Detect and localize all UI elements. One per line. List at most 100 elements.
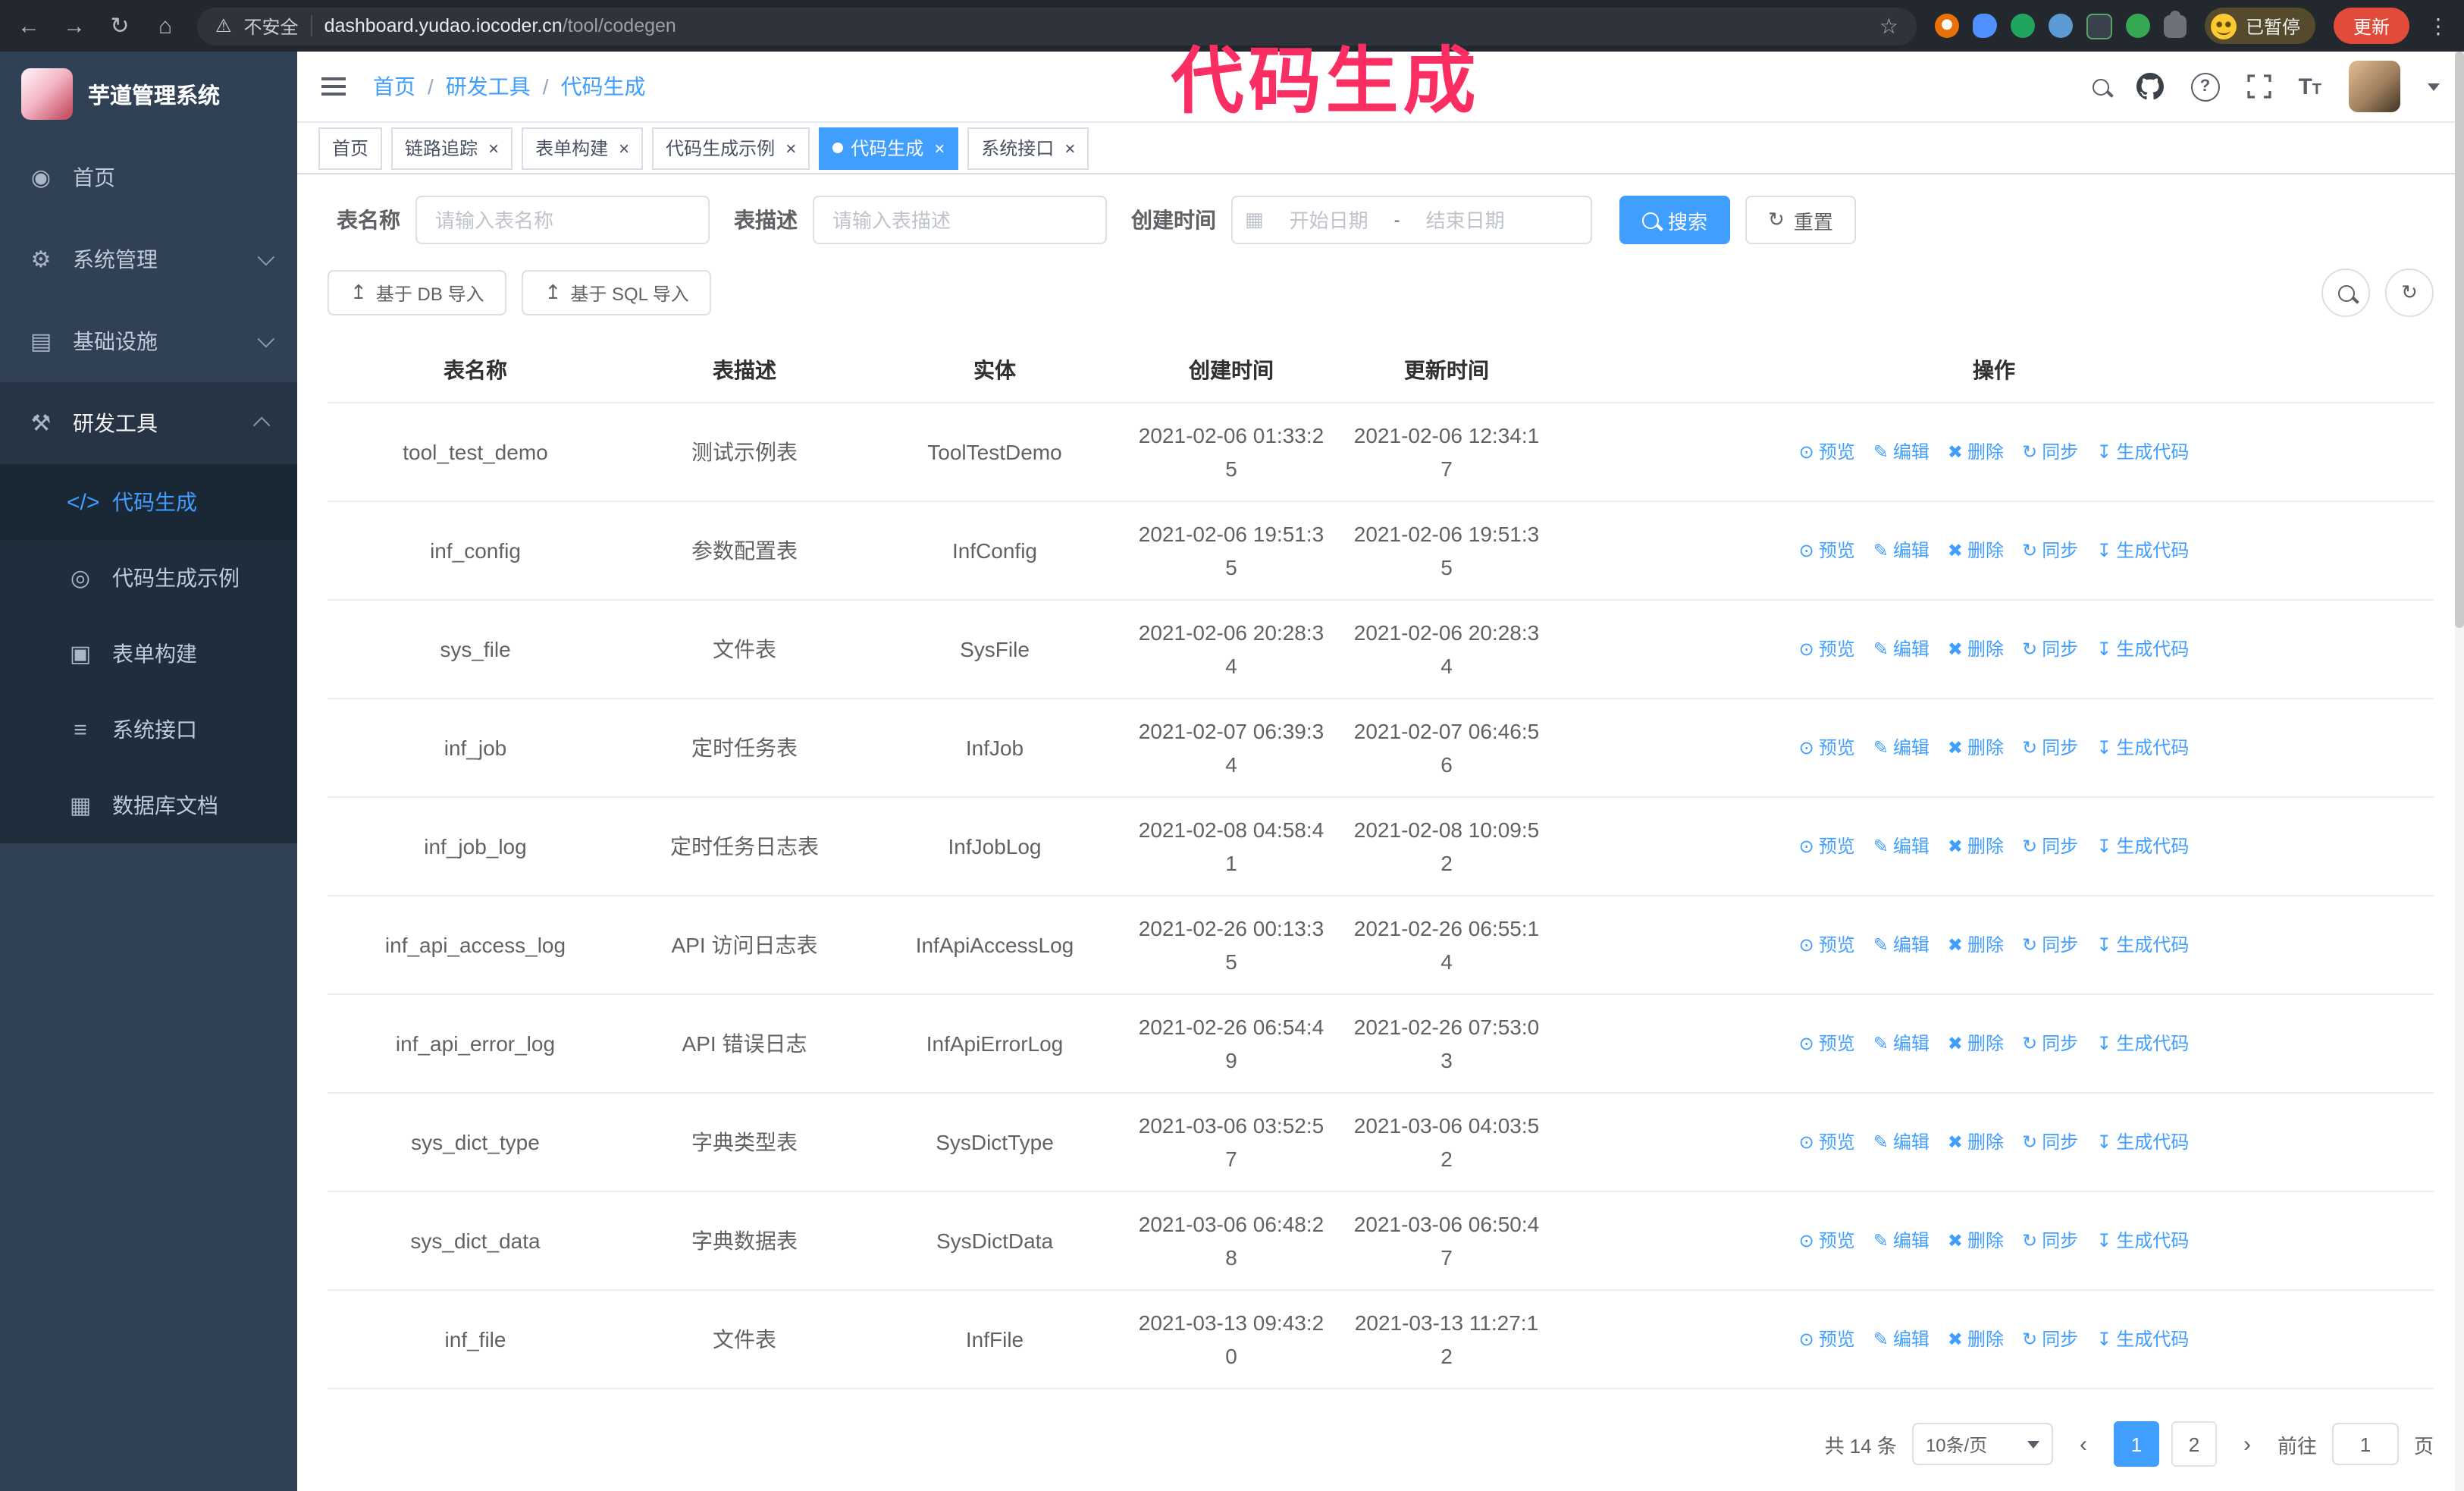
tab[interactable]: 代码生成 × bbox=[819, 127, 959, 169]
tab-close-icon[interactable]: × bbox=[785, 137, 796, 159]
preview-link[interactable]: ⊙ 预览 bbox=[1799, 1125, 1855, 1159]
tab[interactable]: 代码生成示例 × bbox=[652, 127, 810, 169]
edit-link[interactable]: ✎ 编辑 bbox=[1873, 1224, 1930, 1257]
security-label[interactable]: 不安全 bbox=[244, 13, 299, 39]
sidebar-subitem[interactable]: </> 代码生成 bbox=[0, 464, 297, 540]
generate-code-link[interactable]: ↧ 生成代码 bbox=[2096, 1125, 2189, 1159]
user-avatar[interactable] bbox=[2349, 61, 2400, 112]
delete-link[interactable]: ✖ 删除 bbox=[1948, 830, 2004, 863]
end-date-input[interactable] bbox=[1406, 207, 1525, 233]
puzzle-extensions-icon[interactable] bbox=[2163, 10, 2187, 37]
tab[interactable]: 首页 × bbox=[318, 127, 383, 169]
sidebar-item[interactable]: ⚙ 系统管理 bbox=[0, 218, 297, 300]
sync-link[interactable]: ↻ 同步 bbox=[2022, 731, 2078, 764]
sidebar-item[interactable]: ⚒ 研发工具 bbox=[0, 382, 297, 464]
fullscreen-icon[interactable] bbox=[2246, 74, 2271, 99]
delete-link[interactable]: ✖ 删除 bbox=[1948, 435, 2004, 469]
sync-link[interactable]: ↻ 同步 bbox=[2022, 435, 2078, 469]
sync-link[interactable]: ↻ 同步 bbox=[2022, 830, 2078, 863]
font-size-icon[interactable]: TT bbox=[2298, 74, 2321, 99]
edit-link[interactable]: ✎ 编辑 bbox=[1873, 435, 1930, 469]
delete-link[interactable]: ✖ 删除 bbox=[1948, 1224, 2004, 1257]
edit-link[interactable]: ✎ 编辑 bbox=[1873, 1125, 1930, 1159]
home-icon[interactable]: ⌂ bbox=[152, 13, 179, 39]
github-icon[interactable] bbox=[2136, 73, 2164, 100]
sync-link[interactable]: ↻ 同步 bbox=[2022, 1125, 2078, 1159]
delete-link[interactable]: ✖ 删除 bbox=[1948, 1125, 2004, 1159]
refresh-button[interactable]: ↻ bbox=[2385, 268, 2434, 317]
preview-link[interactable]: ⊙ 预览 bbox=[1799, 534, 1855, 567]
page-size-select[interactable]: 10条/页 bbox=[1911, 1423, 2053, 1465]
delete-link[interactable]: ✖ 删除 bbox=[1948, 928, 2004, 962]
preview-link[interactable]: ⊙ 预览 bbox=[1799, 1323, 1855, 1356]
url-host[interactable]: dashboard.yudao.iocoder.cn bbox=[324, 15, 563, 36]
sync-link[interactable]: ↻ 同步 bbox=[2022, 1323, 2078, 1356]
tab[interactable]: 系统接口 × bbox=[967, 127, 1089, 169]
delete-link[interactable]: ✖ 删除 bbox=[1948, 632, 2004, 666]
address-bar[interactable]: ⚠ 不安全 dashboard.yudao.iocoder.cn/tool/co… bbox=[197, 7, 1917, 45]
search-icon[interactable] bbox=[2092, 78, 2109, 95]
table-desc-input[interactable] bbox=[813, 196, 1107, 244]
import-db-button[interactable]: ↥ 基于 DB 导入 bbox=[328, 270, 507, 315]
import-sql-button[interactable]: ↥ 基于 SQL 导入 bbox=[522, 270, 712, 315]
breadcrumb-item[interactable]: 首页 bbox=[373, 71, 446, 102]
page-number-button[interactable]: 2 bbox=[2171, 1421, 2217, 1467]
scrollbar-thumb[interactable] bbox=[2455, 52, 2464, 628]
delete-link[interactable]: ✖ 删除 bbox=[1948, 731, 2004, 764]
help-icon[interactable]: ? bbox=[2190, 72, 2220, 101]
preview-link[interactable]: ⊙ 预览 bbox=[1799, 435, 1855, 469]
sidebar-subitem[interactable]: ◎ 代码生成示例 bbox=[0, 540, 297, 616]
table-name-input[interactable] bbox=[415, 196, 710, 244]
preview-link[interactable]: ⊙ 预览 bbox=[1799, 1224, 1855, 1257]
sidebar-subitem[interactable]: ▣ 表单构建 bbox=[0, 616, 297, 692]
preview-link[interactable]: ⊙ 预览 bbox=[1799, 928, 1855, 962]
next-page-button[interactable]: › bbox=[2232, 1431, 2262, 1457]
sidebar-item[interactable]: ▤ 基础设施 bbox=[0, 300, 297, 382]
avatar-caret-icon[interactable] bbox=[2428, 83, 2440, 90]
edit-link[interactable]: ✎ 编辑 bbox=[1873, 830, 1930, 863]
delete-link[interactable]: ✖ 删除 bbox=[1948, 534, 2004, 567]
preview-link[interactable]: ⊙ 预览 bbox=[1799, 731, 1855, 764]
sidebar-item[interactable]: ◉ 首页 bbox=[0, 137, 297, 218]
sync-link[interactable]: ↻ 同步 bbox=[2022, 1224, 2078, 1257]
breadcrumb-item[interactable]: 研发工具 bbox=[446, 71, 561, 102]
generate-code-link[interactable]: ↧ 生成代码 bbox=[2096, 1224, 2189, 1257]
goto-page-input[interactable] bbox=[2331, 1423, 2399, 1465]
generate-code-link[interactable]: ↧ 生成代码 bbox=[2096, 534, 2189, 567]
prev-page-button[interactable]: ‹ bbox=[2068, 1431, 2099, 1457]
reload-icon[interactable]: ↻ bbox=[106, 12, 133, 39]
browser-menu-icon[interactable]: ⋮ bbox=[2428, 13, 2449, 39]
sync-link[interactable]: ↻ 同步 bbox=[2022, 632, 2078, 666]
sidebar-subitem[interactable]: ▦ 数据库文档 bbox=[0, 767, 297, 843]
bookmark-star-icon[interactable]: ☆ bbox=[1879, 13, 1898, 39]
extension-icon[interactable] bbox=[2048, 14, 2073, 38]
search-button[interactable]: 搜索 bbox=[1619, 196, 1731, 244]
profile-paused-chip[interactable]: 已暂停 bbox=[2204, 8, 2315, 44]
sync-link[interactable]: ↻ 同步 bbox=[2022, 534, 2078, 567]
edit-link[interactable]: ✎ 编辑 bbox=[1873, 731, 1930, 764]
edit-link[interactable]: ✎ 编辑 bbox=[1873, 632, 1930, 666]
sidebar-subitem[interactable]: ≡ 系统接口 bbox=[0, 692, 297, 767]
forward-icon[interactable]: → bbox=[61, 13, 88, 39]
date-range-picker[interactable]: ▦ - bbox=[1231, 196, 1592, 244]
edit-link[interactable]: ✎ 编辑 bbox=[1873, 534, 1930, 567]
extension-icon[interactable] bbox=[2125, 14, 2150, 38]
generate-code-link[interactable]: ↧ 生成代码 bbox=[2096, 928, 2189, 962]
preview-link[interactable]: ⊙ 预览 bbox=[1799, 632, 1855, 666]
tab[interactable]: 表单构建 × bbox=[522, 127, 644, 169]
extension-icon[interactable] bbox=[1972, 14, 1997, 38]
start-date-input[interactable] bbox=[1269, 207, 1388, 233]
toggle-search-button[interactable] bbox=[2321, 268, 2370, 317]
back-icon[interactable]: ← bbox=[15, 13, 42, 39]
delete-link[interactable]: ✖ 删除 bbox=[1948, 1027, 2004, 1060]
generate-code-link[interactable]: ↧ 生成代码 bbox=[2096, 830, 2189, 863]
extension-icon[interactable] bbox=[1934, 14, 1959, 38]
delete-link[interactable]: ✖ 删除 bbox=[1948, 1323, 2004, 1356]
preview-link[interactable]: ⊙ 预览 bbox=[1799, 1027, 1855, 1060]
extension-icon[interactable] bbox=[2010, 14, 2035, 38]
page-scrollbar[interactable] bbox=[2455, 52, 2464, 1491]
browser-update-button[interactable]: 更新 bbox=[2333, 8, 2409, 44]
sync-link[interactable]: ↻ 同步 bbox=[2022, 1027, 2078, 1060]
breadcrumb-item[interactable]: 代码生成 bbox=[561, 71, 646, 102]
app-logo[interactable]: 芋道管理系统 bbox=[0, 52, 297, 137]
